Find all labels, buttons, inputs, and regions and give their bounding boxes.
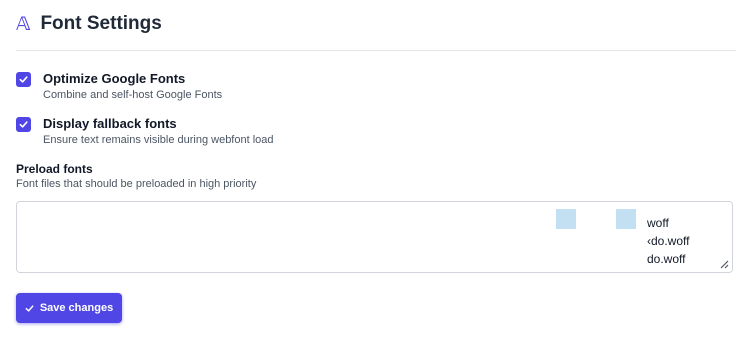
- option-optimize-google-fonts: Optimize Google Fonts Combine and self-h…: [16, 71, 222, 102]
- preload-file-line: ‹do.woff: [647, 234, 690, 248]
- option-description: Combine and self-host Google Fonts: [43, 89, 223, 101]
- option-display-fallback-fonts: Display fallback fonts Ensure text remai…: [16, 116, 274, 147]
- option-title: Optimize Google Fonts: [43, 71, 186, 86]
- preload-fonts-description: Font files that should be preloaded in h…: [16, 178, 257, 190]
- decorative-square: [556, 209, 576, 229]
- preload-fonts-label: Preload fonts: [16, 162, 93, 176]
- preload-file-list: woff ‹do.woff do.woff: [647, 214, 689, 268]
- save-changes-label: Save changes: [39, 302, 114, 314]
- font-logo-icon: 𝔸: [16, 12, 31, 35]
- check-icon: [19, 121, 28, 128]
- preload-file-line: woff: [647, 216, 669, 230]
- option-title: Display fallback fonts: [43, 116, 177, 131]
- page-header: 𝔸 Font Settings: [16, 10, 162, 38]
- display-fallback-fonts-checkbox[interactable]: [16, 117, 31, 132]
- resize-handle-icon[interactable]: [719, 259, 729, 269]
- preload-fonts-textarea[interactable]: woff ‹do.woff do.woff: [16, 201, 733, 273]
- option-description: Ensure text remains visible during webfo…: [43, 134, 274, 146]
- check-icon: [19, 76, 28, 83]
- page-title: Font Settings: [40, 13, 162, 34]
- header-divider: [16, 50, 736, 51]
- decorative-square: [616, 209, 636, 229]
- preload-file-line: do.woff: [647, 252, 686, 266]
- check-icon: [25, 304, 34, 312]
- optimize-google-fonts-checkbox[interactable]: [16, 72, 31, 87]
- save-changes-button[interactable]: Save changes: [16, 293, 122, 323]
